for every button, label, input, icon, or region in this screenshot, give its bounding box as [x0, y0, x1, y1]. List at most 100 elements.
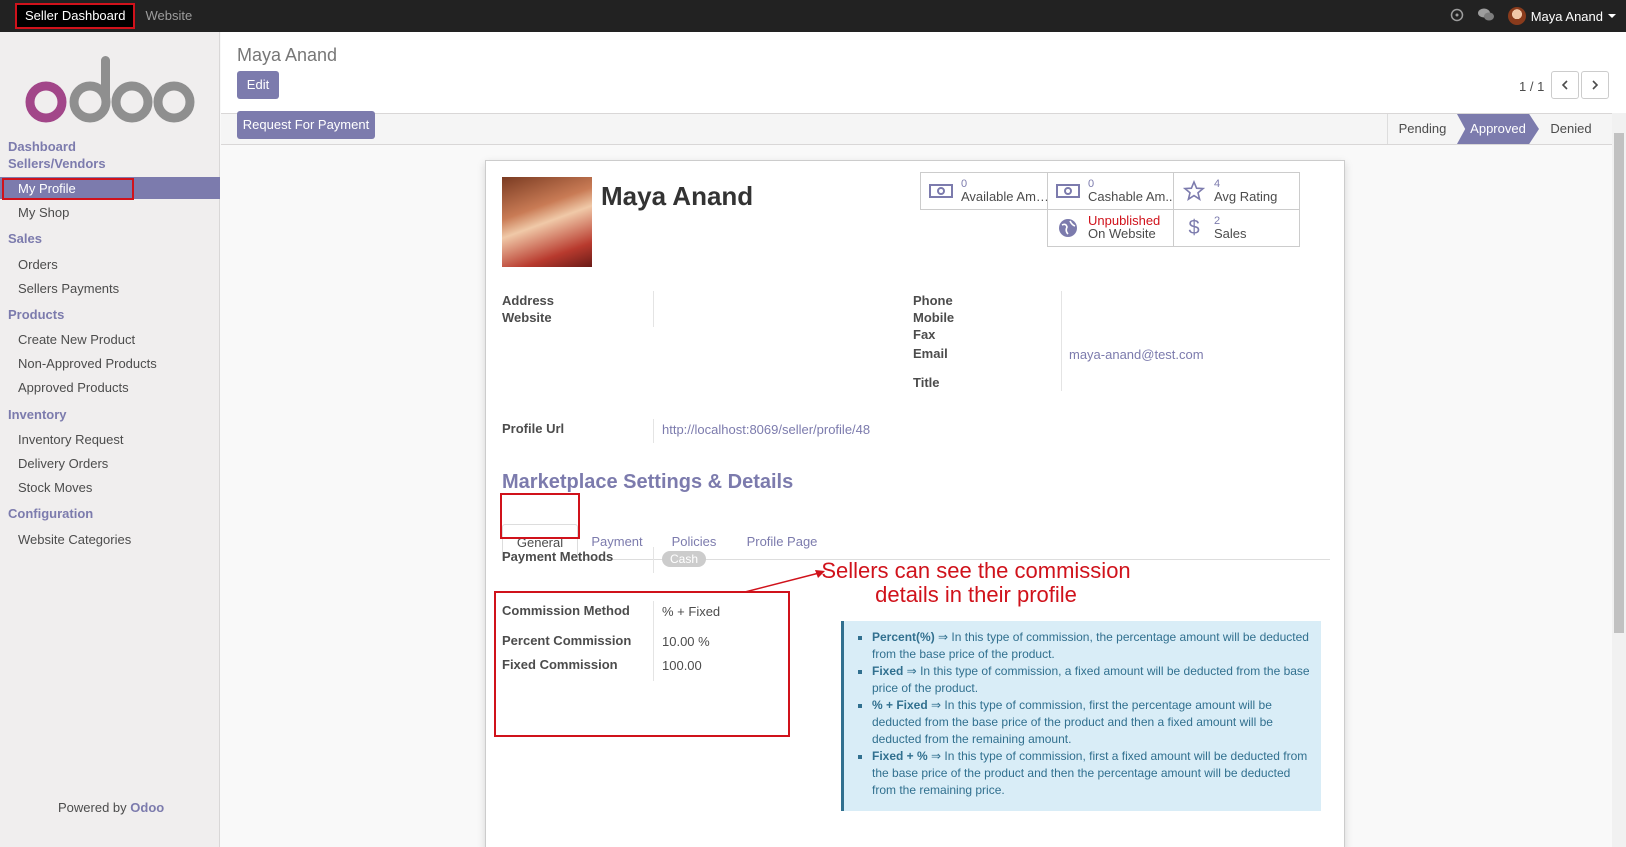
- phone-label: Phone: [913, 293, 953, 308]
- divider: [653, 601, 654, 681]
- chevron-right-icon: [1592, 80, 1599, 90]
- stage-pending[interactable]: Pending: [1387, 114, 1457, 144]
- user-name: Maya Anand: [1530, 8, 1603, 24]
- pager-previous-button[interactable]: [1551, 71, 1579, 99]
- divider: [653, 419, 654, 443]
- nav-sales[interactable]: Sales: [8, 231, 42, 246]
- info-item: % + Fixed ⇒ In this type of commission, …: [872, 697, 1311, 748]
- pager-next-button[interactable]: [1581, 71, 1609, 99]
- mobile-label: Mobile: [913, 310, 955, 325]
- payment-methods-label: Payment Methods: [502, 549, 614, 564]
- edit-button[interactable]: Edit: [237, 71, 279, 99]
- odoo-logo: [25, 56, 195, 123]
- form-statusbar: Request For Payment Pending Approved Den…: [221, 111, 1615, 145]
- website-publish-button[interactable]: Unpublished On Website: [1047, 209, 1174, 247]
- odoo-link[interactable]: Odoo: [130, 800, 164, 815]
- sidebar-item-delivery-orders[interactable]: Delivery Orders: [18, 456, 108, 471]
- seller-name: Maya Anand: [601, 181, 754, 211]
- profile-url-link[interactable]: http://localhost:8069/seller/profile/48: [662, 422, 870, 437]
- info-term: Fixed: [872, 664, 904, 678]
- available-amount-value: 0: [961, 178, 968, 190]
- section-title: Marketplace Settings & Details: [502, 471, 794, 493]
- chat-icon[interactable]: [1477, 8, 1494, 25]
- divider: [653, 291, 654, 327]
- nav-dashboard[interactable]: Dashboard: [8, 139, 76, 154]
- powered-by-text: Powered by: [58, 800, 127, 815]
- globe-icon: [1056, 216, 1080, 240]
- title-label: Title: [913, 375, 940, 390]
- systray: Maya Anand: [1450, 0, 1616, 32]
- chevron-left-icon: [1561, 80, 1568, 90]
- info-text: ⇒ In this type of commission, a fixed am…: [872, 664, 1310, 695]
- website-label: Website: [502, 310, 552, 325]
- chevron-down-icon: [1608, 14, 1616, 18]
- available-amount-label: Available Amo...: [961, 190, 1053, 204]
- star-icon: [1182, 179, 1206, 203]
- percent-commission-label: Percent Commission: [502, 633, 632, 648]
- breadcrumb-title: Maya Anand: [237, 45, 338, 65]
- menu-website[interactable]: Website: [137, 0, 200, 32]
- tab-profile-page[interactable]: Profile Page: [736, 524, 828, 560]
- nav-products[interactable]: Products: [8, 307, 64, 322]
- cashable-amount-button[interactable]: 0 Cashable Am...: [1047, 172, 1177, 210]
- sidebar-item-create-new-product[interactable]: Create New Product: [18, 332, 135, 347]
- sidebar-item-non-approved-products[interactable]: Non-Approved Products: [18, 356, 157, 371]
- sales-label: Sales: [1214, 227, 1247, 241]
- divider: [653, 547, 654, 573]
- info-text: ⇒ In this type of commission, the percen…: [872, 630, 1309, 661]
- commission-info-list: Percent(%) ⇒ In this type of commission,…: [872, 629, 1311, 799]
- request-payment-button[interactable]: Request For Payment: [237, 111, 375, 139]
- avg-rating-button[interactable]: 4 Avg Rating: [1173, 172, 1300, 210]
- fixed-commission-label: Fixed Commission: [502, 657, 618, 672]
- profile-url-label: Profile Url: [502, 421, 565, 436]
- info-text: ⇒ In this type of commission, first a fi…: [872, 749, 1308, 797]
- notebook-tabs: General Payment Policies Profile Page: [502, 524, 1330, 561]
- stage-approved[interactable]: Approved: [1457, 114, 1539, 144]
- user-menu[interactable]: Maya Anand: [1507, 7, 1616, 25]
- sidebar: Dashboard Sellers/Vendors My Profile My …: [0, 32, 220, 847]
- commission-method-value: % + Fixed: [662, 604, 721, 619]
- scrollbar-thumb[interactable]: [1614, 133, 1624, 633]
- activity-icon[interactable]: [1450, 8, 1464, 25]
- sales-value: 2: [1214, 215, 1221, 227]
- info-term: % + Fixed: [872, 698, 928, 712]
- sidebar-item-approved-products[interactable]: Approved Products: [18, 380, 129, 395]
- sidebar-item-inventory-request[interactable]: Inventory Request: [18, 432, 124, 447]
- email-value[interactable]: maya-anand@test.com: [1069, 347, 1204, 362]
- sidebar-item-sellers-payments[interactable]: Sellers Payments: [18, 281, 119, 296]
- address-label: Address: [502, 293, 555, 308]
- top-menu: Seller Dashboard Website: [0, 0, 200, 32]
- avg-rating-value: 4: [1214, 178, 1221, 190]
- website-status-label: On Website: [1088, 227, 1156, 241]
- powered-by: Powered by Odoo: [58, 800, 164, 815]
- money-icon: [929, 179, 953, 203]
- info-text: ⇒ In this type of commission, first the …: [872, 698, 1273, 746]
- highlight-box-general-tab: [500, 493, 580, 539]
- fixed-commission-value: 100.00: [662, 658, 702, 673]
- sidebar-item-orders[interactable]: Orders: [18, 257, 58, 272]
- sidebar-item-website-categories[interactable]: Website Categories: [18, 532, 131, 547]
- scrollbar[interactable]: [1612, 113, 1626, 847]
- top-navbar: Seller Dashboard Website Maya Anand: [0, 0, 1626, 32]
- highlight-box-my-profile: [2, 178, 134, 200]
- nav-inventory[interactable]: Inventory: [8, 407, 67, 422]
- seller-photo[interactable]: [502, 177, 592, 267]
- sidebar-item-stock-moves[interactable]: Stock Moves: [18, 480, 92, 495]
- available-amount-button[interactable]: 0 Available Amo...: [920, 172, 1053, 210]
- email-label: Email: [913, 346, 948, 361]
- sidebar-item-my-shop[interactable]: My Shop: [18, 205, 69, 220]
- nav-configuration[interactable]: Configuration: [8, 506, 93, 521]
- money-icon: [1056, 179, 1080, 203]
- nav-sellers-vendors[interactable]: Sellers/Vendors: [8, 156, 106, 171]
- stage-denied[interactable]: Denied: [1541, 114, 1601, 144]
- cashable-amount-label: Cashable Am...: [1088, 190, 1177, 204]
- pager-value: 1 / 1: [1519, 79, 1545, 94]
- sales-button[interactable]: $ 2 Sales: [1173, 209, 1300, 247]
- user-avatar: [1507, 7, 1526, 25]
- percent-commission-value: 10.00 %: [662, 634, 710, 649]
- menu-seller-dashboard[interactable]: Seller Dashboard: [15, 3, 136, 29]
- fax-label: Fax: [913, 327, 936, 342]
- info-item: Fixed ⇒ In this type of commission, a fi…: [872, 663, 1311, 697]
- website-status-value: Unpublished: [1088, 213, 1161, 228]
- divider: [1061, 291, 1062, 391]
